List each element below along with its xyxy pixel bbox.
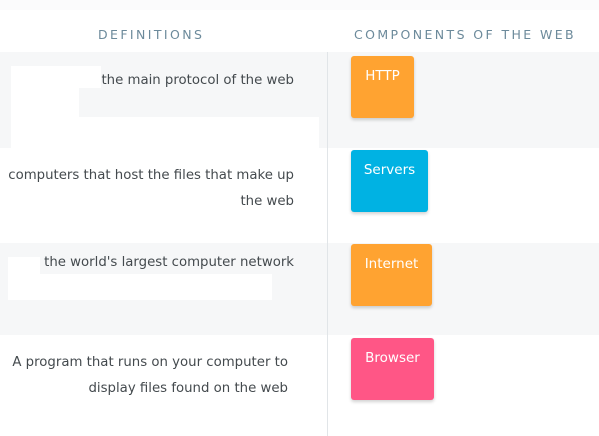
column-divider [327,52,328,436]
top-strip [0,0,599,10]
definition-text: A program that runs on your computer to … [12,355,288,396]
component-card-servers[interactable]: Servers [351,150,428,212]
component-card-http[interactable]: HTTP [351,56,414,118]
drop-zone-placeholder [79,117,319,148]
components-header: COMPONENTS OF THE WEB [354,27,577,42]
component-card-label: Internet [364,256,419,272]
definition-text: the world's largest computer network [44,255,294,270]
component-card-browser[interactable]: Browser [351,338,434,400]
component-card-label: Browser [365,350,420,366]
component-card-label: HTTP [365,68,400,84]
definition-text: the main protocol of the web [101,73,294,88]
drop-zone-placeholder [11,86,79,148]
component-card-label: Servers [363,162,416,178]
definitions-header: DEFINITIONS [98,27,205,42]
drop-zone-placeholder [40,274,272,300]
definition-text: computers that host the files that make … [8,168,294,209]
component-card-internet[interactable]: Internet [351,244,432,306]
